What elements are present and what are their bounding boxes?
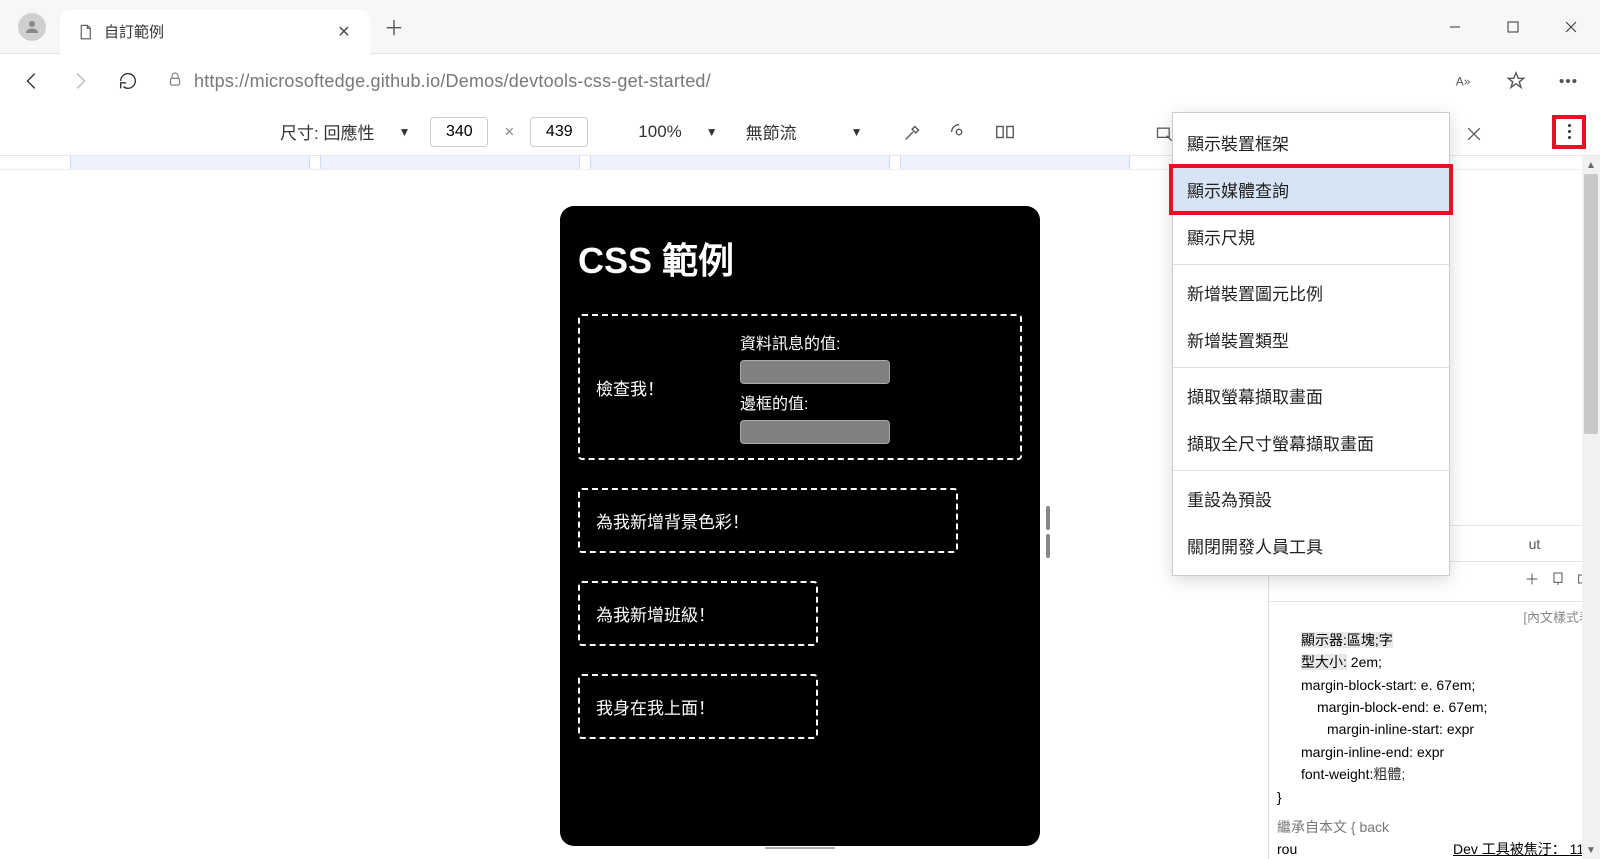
fold-icon[interactable]: [991, 118, 1019, 146]
favorite-icon[interactable]: [1494, 59, 1538, 103]
styles-pane[interactable]: [內文樣式表 顯示器:區塊;字 型大小: 2em; margin-block-s…: [1269, 602, 1600, 859]
page-content: CSS 範例 檢查我！ 資料訊息的值: 邊框的值: 為我新增背景色彩！ 為我新增…: [560, 206, 1040, 846]
pin-icon[interactable]: [1550, 571, 1566, 592]
menu-item-add-dpr[interactable]: 新增裝置圖元比例: [1173, 269, 1449, 316]
menu-item-show-device-frame[interactable]: 顯示裝置框架: [1173, 119, 1449, 166]
menu-item-show-media-queries[interactable]: 顯示媒體查詢: [1173, 166, 1449, 213]
back-button[interactable]: [10, 59, 54, 103]
titlebar: 自訂範例 ✕ ＋: [0, 0, 1600, 54]
page-heading: CSS 範例: [578, 232, 1022, 284]
menu-icon[interactable]: [1546, 59, 1590, 103]
zoom-dropdown[interactable]: 100% ▼: [630, 118, 725, 146]
menu-item-show-rulers[interactable]: 顯示尺規: [1173, 213, 1449, 260]
close-window-button[interactable]: [1542, 3, 1600, 51]
maximize-button[interactable]: [1484, 3, 1542, 51]
minimize-button[interactable]: [1426, 3, 1484, 51]
device-toolbar-more-button[interactable]: [1552, 115, 1586, 149]
width-input[interactable]: [430, 117, 488, 147]
page-icon: [76, 23, 94, 41]
border-value-field[interactable]: [740, 420, 890, 444]
vertical-scrollbar[interactable]: ▲ ▼: [1582, 156, 1600, 859]
menu-item-close-devtools[interactable]: 關閉開發人員工具: [1173, 522, 1449, 569]
chevron-down-icon: ▼: [398, 125, 410, 139]
height-input[interactable]: [530, 117, 588, 147]
class-box[interactable]: 為我新增班級！: [578, 581, 818, 646]
border-value-label: 邊框的值:: [740, 390, 1004, 414]
zoom-label: 100%: [638, 122, 681, 142]
orientation-icon[interactable]: [945, 118, 973, 146]
filter-icon[interactable]: [1524, 571, 1540, 592]
viewport-resize-handle-bottom[interactable]: [760, 847, 840, 853]
window-controls: [1426, 3, 1600, 51]
navbar: https://microsoftedge.github.io/Demos/de…: [0, 54, 1600, 108]
lock-icon: [166, 70, 184, 93]
throttle-label: 無節流: [746, 119, 797, 144]
menu-item-capture-screenshot[interactable]: 擷取螢幕擷取畫面: [1173, 372, 1449, 419]
menu-item-add-device-type[interactable]: 新增裝置類型: [1173, 316, 1449, 363]
close-devtools-icon[interactable]: [1455, 115, 1493, 153]
dimensions-dropdown[interactable]: 尺寸: 回應性 ▼: [272, 115, 418, 148]
dimensions-label: 尺寸: 回應性: [280, 119, 374, 144]
data-value-field[interactable]: [740, 360, 890, 384]
chevron-down-icon: ▼: [851, 125, 863, 139]
hover-box[interactable]: 我身在我上面！: [578, 674, 818, 739]
new-tab-button[interactable]: ＋: [376, 9, 412, 45]
read-aloud-icon[interactable]: A»: [1442, 59, 1486, 103]
inspect-box-label: 檢查我！: [596, 375, 726, 400]
reload-button[interactable]: [106, 59, 150, 103]
dimension-separator: ×: [504, 122, 514, 142]
forward-button[interactable]: [58, 59, 102, 103]
address-bar[interactable]: https://microsoftedge.github.io/Demos/de…: [154, 62, 1430, 100]
tab-close-icon[interactable]: ✕: [336, 24, 352, 40]
svg-text:A»: A»: [1456, 75, 1471, 89]
url-text: https://microsoftedge.github.io/Demos/de…: [194, 71, 711, 92]
profile-avatar[interactable]: [18, 13, 46, 41]
inspect-box[interactable]: 檢查我！ 資料訊息的值: 邊框的值:: [578, 314, 1022, 460]
throttle-dropdown[interactable]: 無節流 ▼: [738, 115, 871, 148]
menu-item-capture-fullsize[interactable]: 擷取全尺寸螢幕擷取畫面: [1173, 419, 1449, 466]
data-value-label: 資料訊息的值:: [740, 330, 1004, 354]
device-toolbar-menu: 顯示裝置框架 顯示媒體查詢 顯示尺規 新增裝置圖元比例 新增裝置類型 擷取螢幕擷…: [1172, 112, 1450, 576]
menu-item-reset[interactable]: 重設為預設: [1173, 475, 1449, 522]
tab-title: 自訂範例: [104, 21, 326, 42]
chevron-down-icon: ▼: [706, 125, 718, 139]
browser-tab[interactable]: 自訂範例 ✕: [60, 10, 370, 54]
viewport-resize-handle-right[interactable]: [1046, 506, 1054, 558]
eyedropper-icon[interactable]: [899, 118, 927, 146]
bgcolor-box[interactable]: 為我新增背景色彩！: [578, 488, 958, 553]
scrollbar-thumb[interactable]: [1584, 174, 1598, 434]
